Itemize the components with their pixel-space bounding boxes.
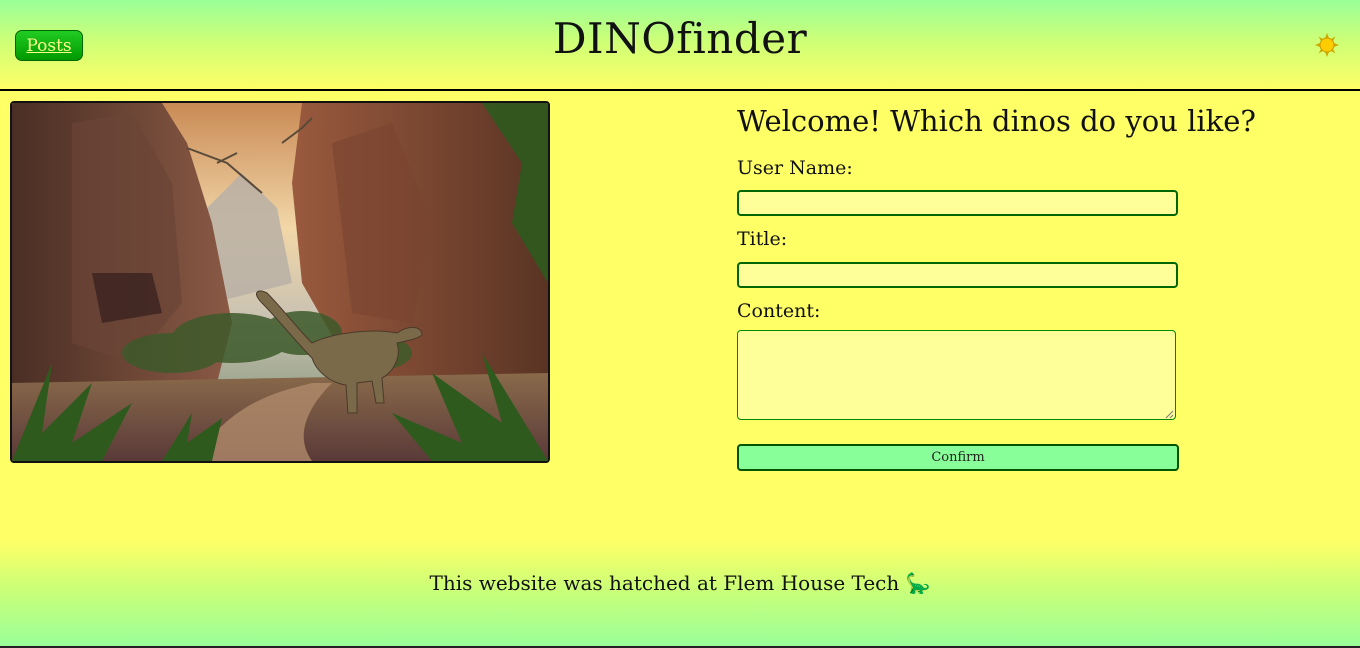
footer-text-line: This website was hatched at Flem House T… (0, 571, 1360, 595)
resize-grip-icon[interactable] (1165, 410, 1174, 419)
site-title: DINOfinder (0, 14, 1360, 63)
title-label: Title: (737, 228, 788, 250)
form-heading: Welcome! Which dinos do you like? (737, 104, 1256, 138)
sun-icon[interactable] (1315, 33, 1339, 57)
content-label: Content: (737, 300, 821, 322)
site-title-finder: finder (676, 14, 808, 63)
content-textarea[interactable] (737, 330, 1176, 420)
confirm-button[interactable]: Confirm (737, 444, 1179, 471)
username-label: User Name: (737, 157, 853, 179)
site-title-dino: DINO (552, 14, 677, 63)
username-input[interactable] (737, 190, 1178, 216)
site-footer: This website was hatched at Flem House T… (0, 540, 1360, 646)
title-input[interactable] (737, 262, 1178, 288)
site-header: Posts DINOfinder (0, 0, 1360, 91)
footer-text: This website was hatched at Flem House T… (429, 571, 900, 595)
dinosaur-emoji-icon: 🦕 (905, 571, 931, 595)
dinosaur-landscape-image (10, 101, 550, 463)
